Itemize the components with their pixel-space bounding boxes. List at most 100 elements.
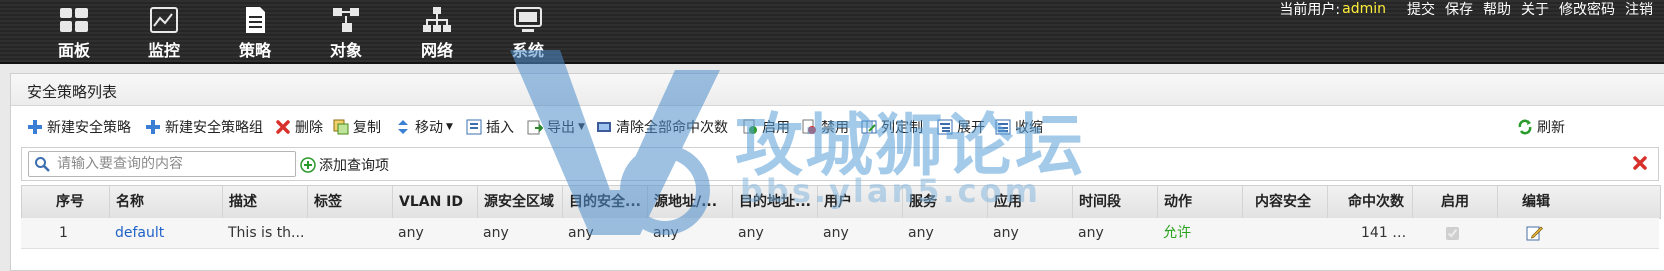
enable-icon — [743, 119, 757, 134]
clear-hits-label: 清除全部命中次数 — [616, 120, 728, 136]
save-link[interactable]: 保存 — [1440, 0, 1478, 19]
copy-button[interactable]: 复制 — [333, 117, 381, 137]
export-dropdown[interactable]: 导出 ▼ — [527, 117, 585, 137]
toolbar: 新建安全策略 新建安全策略组 删除 复制 移动 ▼ 插入 导出 ▼ 清除全部命中… — [11, 112, 1664, 142]
cell-index: 1 — [59, 225, 68, 241]
col-header-schedule[interactable]: 时间段 — [1073, 186, 1158, 218]
col-header-description[interactable]: 描述 — [223, 186, 308, 218]
panel-title: 安全策略列表 — [27, 83, 118, 101]
new-policy-label: 新建安全策略 — [47, 120, 131, 136]
col-header-action[interactable]: 动作 — [1158, 186, 1243, 218]
cell-description: This is th... — [228, 225, 305, 241]
col-header-dst-zone[interactable]: 目的安全... — [563, 186, 648, 218]
col-header-dst-addr[interactable]: 目的地址... — [733, 186, 818, 218]
plus-icon — [146, 120, 160, 134]
collapse-icon — [995, 119, 1011, 135]
hit-count: 141 — [1361, 225, 1388, 241]
copy-icon — [333, 119, 349, 135]
help-link[interactable]: 帮助 — [1478, 0, 1516, 19]
delete-x-icon — [276, 120, 290, 134]
current-user-label: 当前用户: — [1279, 2, 1341, 18]
cell-application: any — [993, 225, 1019, 241]
move-arrows-icon — [398, 120, 408, 134]
expand-label: 展开 — [957, 120, 985, 136]
disable-label: 禁用 — [821, 120, 849, 136]
insert-button[interactable]: 插入 — [466, 117, 514, 137]
nav-item-objects[interactable]: 对象 — [301, 0, 391, 62]
col-header-content-security[interactable]: 内容安全 — [1243, 186, 1328, 218]
new-policy-button[interactable]: 新建安全策略 — [27, 117, 131, 137]
col-header-src-addr[interactable]: 源地址/... — [648, 186, 733, 218]
cell-user: any — [823, 225, 849, 241]
col-header-user[interactable]: 用户 — [818, 186, 903, 218]
username: admin — [1342, 1, 1386, 17]
nav-item-network[interactable]: 网络 — [392, 0, 482, 62]
enable-button[interactable]: 启用 — [742, 117, 790, 137]
delete-button[interactable]: 删除 — [275, 117, 323, 137]
clear-hits-icon — [597, 122, 611, 132]
cell-schedule: any — [1078, 225, 1104, 241]
insert-label: 插入 — [486, 120, 514, 136]
move-dropdown[interactable]: 移动 ▼ — [395, 117, 453, 137]
delete-label: 删除 — [295, 120, 323, 136]
col-header-src-zone[interactable]: 源安全区域 — [478, 186, 563, 218]
expand-button[interactable]: 展开 — [937, 117, 985, 137]
copy-label: 复制 — [353, 120, 381, 136]
col-header-enabled[interactable]: 启用 — [1413, 186, 1498, 218]
clear-hits-link[interactable]: 清除 — [1398, 225, 1412, 241]
insert-icon — [466, 119, 482, 135]
caret-down-icon: ▼ — [446, 122, 453, 132]
col-header-name[interactable]: 名称 — [110, 186, 223, 218]
nav-label: 策略 — [238, 41, 271, 60]
nav-item-policy[interactable]: 策略 — [210, 0, 300, 62]
col-header-application[interactable]: 应用 — [988, 186, 1073, 218]
col-header-vlan[interactable]: VLAN ID — [393, 186, 478, 218]
enable-label: 启用 — [762, 120, 790, 136]
submit-link[interactable]: 提交 — [1402, 0, 1440, 19]
nav-item-monitor[interactable]: 监控 — [119, 0, 209, 62]
filter-row: 添加查询项 — [21, 147, 1659, 181]
new-policy-group-button[interactable]: 新建安全策略组 — [145, 117, 263, 137]
cell-src-addr: any — [653, 225, 679, 241]
cell-hits: 141 清除 — [1327, 218, 1412, 248]
col-header-hits[interactable]: 命中次数 — [1328, 186, 1413, 218]
refresh-button[interactable]: 刷新 — [1517, 117, 1565, 137]
close-filter-icon[interactable] — [1632, 155, 1648, 171]
collapse-label: 收缩 — [1015, 120, 1043, 136]
nav-label: 网络 — [420, 41, 453, 60]
edit-icon[interactable] — [1525, 224, 1543, 242]
column-customize-button[interactable]: 列定制 — [861, 117, 923, 137]
change-password-link[interactable]: 修改密码 — [1554, 0, 1620, 19]
cell-name-link[interactable]: default — [109, 218, 222, 248]
disable-button[interactable]: 禁用 — [801, 117, 849, 137]
nav-item-dashboard[interactable]: 面板 — [29, 0, 119, 62]
objects-icon — [333, 8, 359, 32]
dashboard-icon — [60, 8, 88, 32]
enabled-checkbox[interactable] — [1446, 226, 1459, 240]
nav-label: 系统 — [511, 41, 544, 60]
add-query-button[interactable]: 添加查询项 — [300, 155, 389, 175]
cell-dst-zone: any — [568, 225, 594, 241]
system-monitor-icon — [514, 7, 542, 32]
nav-label: 面板 — [57, 41, 90, 60]
nav-item-system[interactable]: 系统 — [483, 0, 573, 62]
logout-link[interactable]: 注销 — [1620, 0, 1658, 19]
about-link[interactable]: 关于 — [1516, 0, 1554, 19]
search-box — [28, 151, 296, 177]
add-query-label: 添加查询项 — [319, 158, 389, 174]
collapse-button[interactable]: 收缩 — [995, 117, 1043, 137]
col-header-service[interactable]: 服务 — [903, 186, 988, 218]
policy-list-panel: 安全策略列表 新建安全策略 新建安全策略组 删除 复制 移动 ▼ 插入 导出 ▼… — [10, 73, 1664, 271]
col-header-tag[interactable]: 标签 — [308, 186, 393, 218]
nav-label: 监控 — [147, 41, 180, 60]
plus-icon — [28, 120, 42, 134]
search-input[interactable] — [55, 154, 289, 174]
refresh-icon — [1518, 119, 1532, 135]
clear-hits-button[interactable]: 清除全部命中次数 — [596, 117, 728, 137]
policy-document-icon — [246, 7, 265, 33]
table-row[interactable]: 1 default This is th... any any any any … — [21, 218, 1659, 249]
expand-icon — [937, 119, 953, 135]
col-header-index[interactable]: 序号 — [22, 186, 110, 218]
user-bar: 当前用户: admin 提交 保存 帮助 关于 修改密码 注销 — [1279, 0, 1658, 18]
monitor-chart-icon — [150, 7, 178, 33]
